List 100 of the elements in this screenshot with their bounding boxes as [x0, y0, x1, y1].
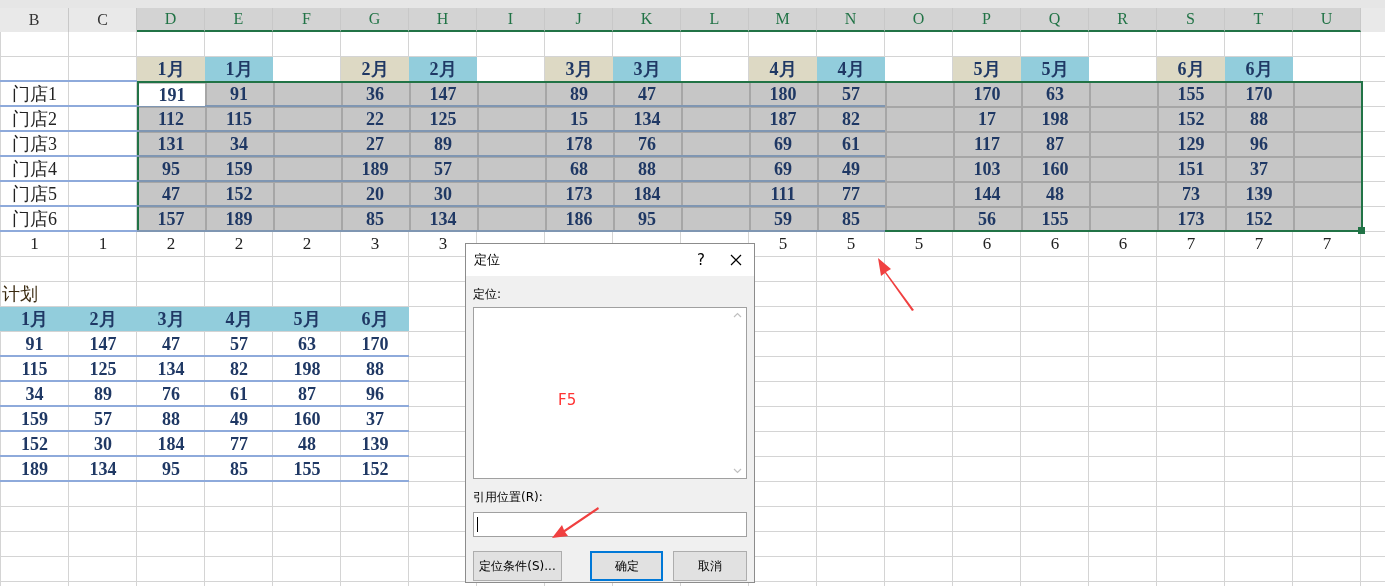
table-cell-text: 117 — [973, 132, 1001, 156]
table-cell-text: 189 — [224, 207, 254, 231]
table-cell-text: 95 — [161, 457, 181, 481]
dialog-title: 定位 — [474, 251, 501, 269]
month-header: 6月 — [1225, 57, 1293, 81]
month-header: 5月 — [273, 307, 341, 331]
table-cell-text: 152 — [1244, 207, 1274, 231]
table-cell-text: 189 — [20, 457, 49, 481]
table-cell-text: 3 — [369, 233, 381, 255]
active-cell[interactable]: 191 — [139, 84, 205, 106]
table-cell-text: 47 — [161, 332, 181, 356]
column-header[interactable]: Q — [1021, 8, 1089, 32]
table-cell-text: 173 — [564, 182, 594, 206]
fill-handle[interactable] — [1358, 227, 1365, 234]
table-cell-text: 134 — [632, 107, 662, 131]
month-header: 2月 — [69, 307, 137, 331]
table-cell-text: 160 — [1040, 157, 1070, 181]
table-cell-text: 91 — [229, 82, 249, 106]
column-header[interactable]: F — [273, 8, 341, 32]
column-header[interactable]: R — [1089, 8, 1157, 32]
column-header[interactable]: U — [1293, 8, 1361, 32]
reference-input[interactable] — [473, 512, 747, 537]
table-cell-text: 57 — [229, 332, 249, 356]
row-label: 门店1 — [11, 83, 58, 106]
column-header[interactable]: N — [817, 8, 885, 32]
table-cell-text: 170 — [360, 332, 390, 356]
table-cell-text: 88 — [365, 357, 385, 381]
table-cell-text: 48 — [297, 432, 317, 456]
table-cell-text: 155 — [1040, 207, 1070, 231]
table-cell-text: 189 — [360, 157, 390, 181]
table-cell-text: 155 — [292, 457, 322, 481]
reference-label: 引用位置(R): — [473, 489, 544, 506]
annotation-text: F5 — [558, 391, 577, 409]
column-header[interactable]: K — [613, 8, 681, 32]
row-label: 门店4 — [11, 158, 58, 181]
table-cell-text: 6 — [1117, 233, 1129, 255]
table-cell-text: 112 — [157, 107, 185, 131]
row-label: 门店2 — [11, 108, 58, 131]
column-header[interactable]: B — [0, 8, 69, 32]
table-cell-text: 139 — [360, 432, 390, 456]
table-cell-text: 186 — [564, 207, 594, 231]
table-cell-text: 76 — [637, 132, 657, 156]
table-cell-text: 57 — [93, 407, 113, 431]
table-cell-text: 85 — [229, 457, 249, 481]
table-cell-text: 88 — [1249, 107, 1269, 131]
table-cell-text: 115 — [20, 357, 49, 381]
table-cell-text: 88 — [161, 407, 181, 431]
table-cell-text: 144 — [972, 182, 1002, 206]
table-cell-text: 152 — [360, 457, 390, 481]
column-header[interactable]: I — [477, 8, 545, 32]
dialog-button[interactable]: 定位条件(S)... — [473, 551, 562, 581]
month-header: 6月 — [341, 307, 409, 331]
column-header[interactable]: S — [1157, 8, 1225, 32]
table-cell-text: 2 — [165, 233, 177, 255]
column-header[interactable]: E — [205, 8, 273, 32]
table-cell-text: 5 — [913, 233, 925, 255]
table-cell-text: 47 — [637, 82, 657, 106]
dialog-button[interactable]: 取消 — [673, 551, 747, 581]
column-header[interactable]: T — [1225, 8, 1293, 32]
table-cell-text: 17 — [977, 107, 997, 131]
column-header[interactable]: M — [749, 8, 817, 32]
table-cell-text: 34 — [229, 132, 249, 156]
column-header[interactable]: O — [885, 8, 953, 32]
table-cell-text: 6 — [1049, 233, 1061, 255]
table-cell-text: 134 — [88, 457, 118, 481]
table-cell-text: 184 — [632, 182, 662, 206]
month-header: 2月 — [341, 57, 409, 81]
table-cell-text: 5 — [777, 233, 789, 255]
table-cell-text: 61 — [841, 132, 861, 156]
dialog-button[interactable]: 确定 — [590, 551, 663, 581]
table-cell-text: 170 — [1244, 82, 1274, 106]
month-header: 3月 — [545, 57, 613, 81]
column-header[interactable]: G — [341, 8, 409, 32]
month-header: 4月 — [817, 57, 885, 81]
month-header: 1月 — [0, 307, 69, 331]
column-header[interactable]: H — [409, 8, 477, 32]
table-cell-text: 198 — [1040, 107, 1070, 131]
table-cell-text: 27 — [365, 132, 385, 156]
table-cell-text: 96 — [1249, 132, 1269, 156]
table-cell-text: 56 — [977, 207, 997, 231]
close-icon — [730, 254, 742, 266]
table-cell-text: 1 — [97, 233, 109, 255]
table-cell-text: 91 — [24, 332, 45, 356]
help-button[interactable]: ? — [684, 251, 718, 269]
table-cell-text: 147 — [88, 332, 118, 356]
list-box[interactable]: F5 — [473, 307, 747, 479]
table-cell-text: 103 — [972, 157, 1002, 181]
scroll-up-icon[interactable] — [733, 312, 742, 318]
table-cell-text: 69 — [773, 132, 793, 156]
column-header[interactable]: P — [953, 8, 1021, 32]
row-label: 门店5 — [11, 183, 58, 206]
column-header[interactable]: D — [137, 8, 205, 32]
table-cell-text: 82 — [229, 357, 249, 381]
column-header[interactable]: L — [681, 8, 749, 32]
scroll-down-icon[interactable] — [733, 468, 742, 474]
table-cell-text: 77 — [229, 432, 249, 456]
table-cell-text: 48 — [1045, 182, 1065, 206]
column-header[interactable]: J — [545, 8, 613, 32]
month-header: 1月 — [205, 57, 273, 81]
table-cell-text: 152 — [20, 432, 49, 456]
